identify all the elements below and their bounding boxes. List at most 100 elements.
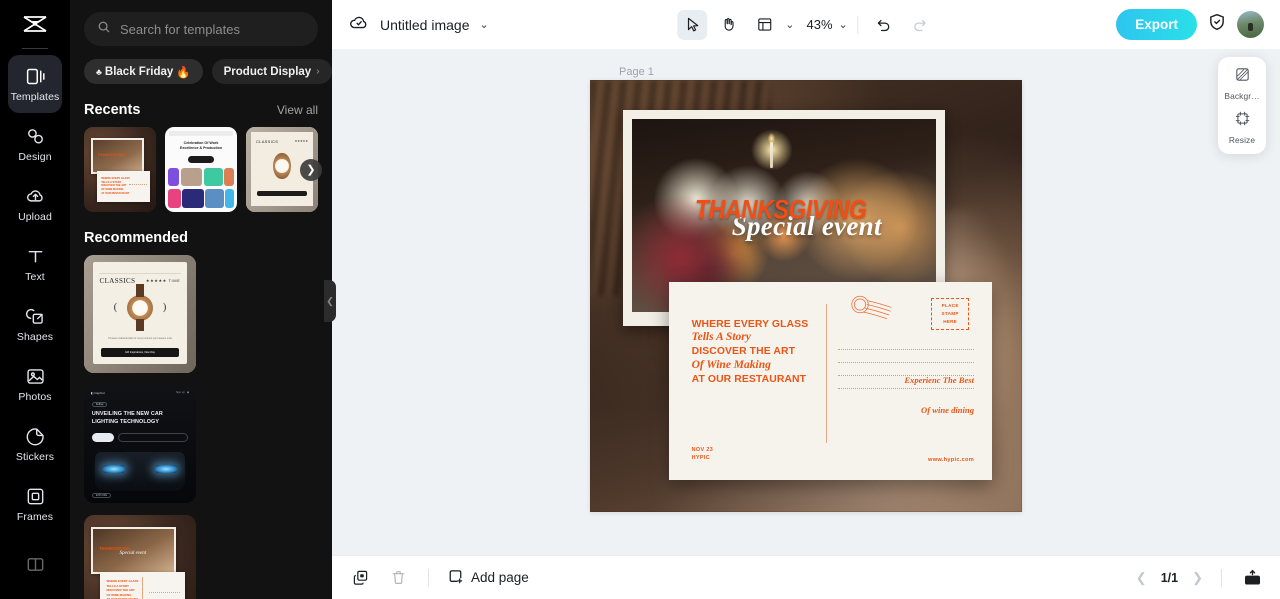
sidebar-label-stickers: Stickers bbox=[15, 451, 55, 463]
recents-view-all-link[interactable]: View all bbox=[277, 103, 318, 117]
recents-title: Recents bbox=[84, 102, 141, 118]
postal-cancellation-icon bbox=[851, 295, 892, 319]
sidebar-item-design[interactable]: Design bbox=[8, 115, 62, 173]
recents-next-button[interactable]: ❯ bbox=[300, 158, 322, 181]
canvas-artwork[interactable]: THANKSGIVING Special event "Let wines co… bbox=[590, 80, 1022, 512]
recommended-grid: CLASSICS ★★★★★ TIME ( ) Timeless craftsm… bbox=[84, 255, 318, 599]
hand-tool-button[interactable] bbox=[713, 10, 743, 40]
thumb-art: THANKSGIVING WHERE EVERY GLASS TELLS A ST… bbox=[84, 127, 156, 212]
design-icon bbox=[25, 125, 46, 147]
thumb-title: Celebration Of Work Excellence & Product… bbox=[179, 140, 223, 150]
sidebar-item-frames[interactable]: Frames bbox=[8, 475, 62, 533]
chevron-down-icon[interactable]: ⌄ bbox=[480, 18, 489, 31]
undo-button[interactable] bbox=[869, 10, 899, 40]
stamp-line-3: HERE bbox=[943, 318, 958, 324]
bottom-toolbar: Add page ❮ 1/1 ❯ bbox=[332, 555, 1280, 599]
postcard-line-4: Of Wine Making bbox=[691, 358, 771, 371]
sidebar-label-photos: Photos bbox=[18, 391, 52, 403]
sidebar-label-templates: Templates bbox=[10, 91, 60, 103]
template-card-classics[interactable]: CLASSICS ★★★★★ TIME ( ) Timeless craftsm… bbox=[84, 255, 196, 373]
postcard-line-3: DISCOVER THE ART bbox=[691, 346, 796, 358]
avatar[interactable] bbox=[1237, 11, 1264, 38]
toolbar-divider bbox=[857, 15, 859, 34]
clover-icon: ♣ bbox=[96, 66, 102, 77]
chip-product-display[interactable]: Product Display › bbox=[211, 59, 332, 84]
recent-thumb-2[interactable]: Celebration Of Work Excellence & Product… bbox=[165, 127, 237, 212]
search-placeholder: Search for templates bbox=[120, 21, 240, 37]
card-art: THANKSGIVING Special event WHERE EVERY G… bbox=[84, 515, 196, 599]
recent-thumb-1[interactable]: THANKSGIVING WHERE EVERY GLASS TELLS A ST… bbox=[84, 127, 156, 212]
card-title: CLASSICS bbox=[99, 277, 136, 286]
chevron-right-icon[interactable]: ❯ bbox=[1192, 570, 1203, 586]
capcut-logo-icon[interactable] bbox=[15, 8, 55, 42]
sidebar-item-shapes[interactable]: Shapes bbox=[8, 295, 62, 353]
add-page-button[interactable]: Add page bbox=[447, 568, 529, 588]
sidebar-item-templates[interactable]: Templates bbox=[8, 55, 62, 113]
category-chips: ♣ Black Friday 🔥 Product Display › bbox=[84, 59, 332, 84]
redo-button[interactable] bbox=[905, 10, 935, 40]
sidebar-item-text[interactable]: Text bbox=[8, 235, 62, 293]
postcard-line-5: AT OUR RESTAURANT bbox=[691, 373, 807, 385]
sidebar-label-shapes: Shapes bbox=[16, 331, 54, 343]
card-footer: Gift Inspirations, New Day bbox=[101, 348, 179, 358]
address-line bbox=[838, 350, 975, 364]
canvas-area[interactable]: Page 1 THANKSGIVING Special event "Let w… bbox=[332, 49, 1280, 555]
app-root: Templates Design Upload Text Shapes Phot… bbox=[0, 0, 1280, 599]
chevron-left-icon: ❮ bbox=[326, 295, 334, 306]
layout-chevron-down-icon[interactable]: ⌄ bbox=[785, 18, 794, 31]
add-page-icon bbox=[447, 568, 464, 588]
card-tag: Follow bbox=[91, 401, 108, 407]
pager-divider bbox=[1221, 568, 1222, 587]
select-tool-button[interactable] bbox=[677, 9, 708, 40]
page-navigation: ❮ 1/1 ❯ bbox=[1136, 566, 1264, 590]
present-button[interactable] bbox=[1240, 566, 1264, 590]
postcard-date: NOV 23 bbox=[691, 446, 714, 453]
chip-product-display-label: Product Display bbox=[223, 65, 312, 78]
artwork-postcard: WHERE EVERY GLASS Tells A Story DISCOVER… bbox=[669, 281, 992, 481]
postcard-brand: HYPIC bbox=[691, 455, 711, 462]
sidebar-item-photos[interactable]: Photos bbox=[8, 355, 62, 413]
background-icon bbox=[1234, 66, 1251, 88]
address-line bbox=[838, 337, 975, 351]
sidebar-label-design: Design bbox=[18, 151, 52, 163]
right-float-panel: Backgr… Resize bbox=[1218, 57, 1266, 154]
stamp-line-2: STAMP bbox=[941, 310, 959, 316]
document-title[interactable]: Untitled image bbox=[380, 17, 470, 33]
panel-collapse-handle[interactable]: ❮ bbox=[324, 280, 336, 322]
shield-check-icon[interactable] bbox=[1207, 12, 1227, 37]
upload-cloud-icon bbox=[25, 185, 46, 207]
recents-list: THANKSGIVING WHERE EVERY GLASS TELLS A ST… bbox=[84, 127, 322, 212]
postcard-script-2: Of wine dining bbox=[921, 404, 975, 415]
page-label: Page 1 bbox=[619, 66, 654, 78]
sidebar-item-more[interactable] bbox=[8, 535, 62, 593]
background-label: Backgr… bbox=[1224, 91, 1260, 101]
fire-emoji: 🔥 bbox=[176, 66, 191, 79]
chip-black-friday-label: Black Friday bbox=[104, 65, 174, 78]
thumb-art: Celebration Of Work Excellence & Product… bbox=[165, 127, 237, 212]
left-rail: Templates Design Upload Text Shapes Phot… bbox=[0, 0, 70, 599]
duplicate-page-button[interactable] bbox=[348, 566, 372, 590]
sidebar-item-upload[interactable]: Upload bbox=[8, 175, 62, 233]
delete-page-button[interactable] bbox=[386, 566, 410, 590]
recommended-header: Recommended bbox=[84, 230, 318, 246]
postcard-left-text: WHERE EVERY GLASS Tells A Story DISCOVER… bbox=[692, 318, 828, 387]
zoom-chevron-down-icon[interactable]: ⌄ bbox=[839, 18, 848, 31]
sidebar-item-stickers[interactable]: Stickers bbox=[8, 415, 62, 473]
template-card-car[interactable]: ◧ CapCut Sign up ▣ Follow UNVEILING THE … bbox=[84, 385, 196, 503]
layout-tool-button[interactable] bbox=[749, 10, 779, 40]
template-card-postcard[interactable]: THANKSGIVING Special event WHERE EVERY G… bbox=[84, 515, 196, 599]
chip-black-friday[interactable]: ♣ Black Friday 🔥 bbox=[84, 59, 203, 84]
postcard-script-1: Experienc The Best bbox=[904, 375, 975, 386]
background-button[interactable]: Backgr… bbox=[1218, 66, 1266, 101]
recents-header: Recents View all bbox=[84, 102, 318, 118]
search-input[interactable]: Search for templates bbox=[84, 12, 318, 46]
cloud-saved-icon[interactable] bbox=[348, 11, 370, 38]
more-panels-icon bbox=[25, 553, 46, 575]
chevron-left-icon[interactable]: ❮ bbox=[1136, 570, 1147, 586]
shapes-icon bbox=[25, 305, 46, 327]
export-button[interactable]: Export bbox=[1116, 9, 1197, 40]
thumb-classics-title: CLASSICS bbox=[255, 138, 279, 144]
resize-button[interactable]: Resize bbox=[1218, 110, 1266, 145]
templates-icon bbox=[25, 65, 46, 87]
templates-panel: Search for templates ♣ Black Friday 🔥 Prod… bbox=[70, 0, 332, 599]
